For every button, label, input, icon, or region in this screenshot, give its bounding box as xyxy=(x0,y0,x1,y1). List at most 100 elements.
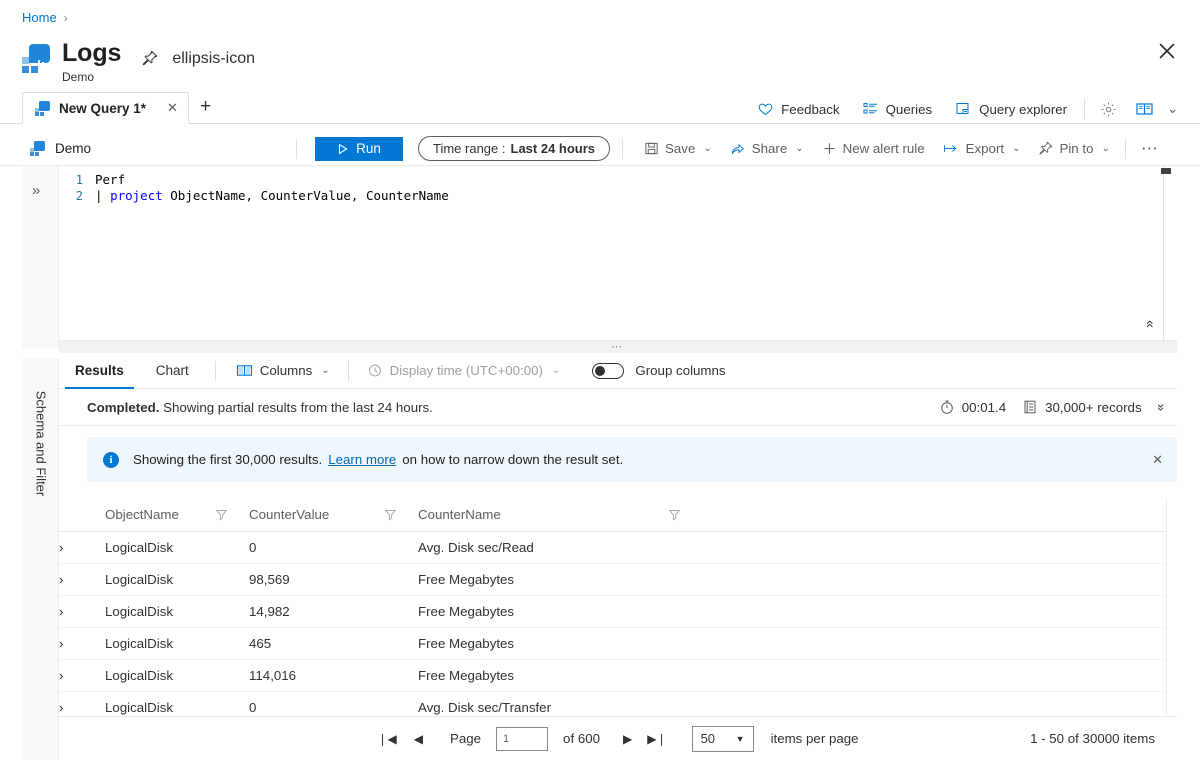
query-explorer-button[interactable]: Query explorer xyxy=(943,96,1078,122)
cell-countervalue: 114,016 xyxy=(249,659,418,692)
cell-countername: Avg. Disk sec/Read xyxy=(418,531,1167,564)
expand-row-icon[interactable]: › xyxy=(59,659,105,692)
first-page-button[interactable]: ❘◀ xyxy=(377,732,396,746)
share-button[interactable]: Share ⌄ xyxy=(721,136,813,162)
add-tab-button[interactable]: + xyxy=(200,97,211,117)
page-title: Logs xyxy=(62,39,122,67)
editor-scrollbar-thumb[interactable] xyxy=(1161,168,1171,174)
pin-to-chevron-down-icon[interactable]: ⌄ xyxy=(1101,143,1109,154)
query-tab-icon xyxy=(35,100,50,116)
results-toolbar: Results Chart Columns ⌄ Display time (UT… xyxy=(59,353,1177,389)
last-page-button[interactable]: ▶❘ xyxy=(647,732,666,746)
user-guide-button[interactable]: ⌄ xyxy=(1126,96,1182,122)
close-blade-button[interactable] xyxy=(1156,40,1178,62)
header-countername-label: CounterName xyxy=(418,506,501,522)
breadcrumb: Home › xyxy=(22,10,68,25)
breadcrumb-separator-icon: › xyxy=(63,10,68,25)
table-row[interactable]: › LogicalDisk 14,982 Free Megabytes xyxy=(59,595,1167,628)
workspace-selector[interactable]: Demo xyxy=(0,141,290,156)
export-button[interactable]: Export ⌄ xyxy=(934,136,1030,162)
cell-objectname: LogicalDisk xyxy=(105,627,249,660)
editor-results-splitter[interactable]: ⋯ xyxy=(59,341,1177,353)
status-detail: Showing partial results from the last 24… xyxy=(159,399,433,415)
command-bar: Demo Run Time range : Last 24 hours Save… xyxy=(0,132,1200,166)
table-row[interactable]: › LogicalDisk 0 Avg. Disk sec/Read xyxy=(59,531,1167,564)
settings-button[interactable] xyxy=(1091,96,1126,122)
save-button[interactable]: Save ⌄ xyxy=(635,136,721,162)
code-line-2-pipe: | xyxy=(95,188,111,203)
expand-rail-icon[interactable]: » xyxy=(32,182,40,199)
save-chevron-down-icon[interactable]: ⌄ xyxy=(703,143,711,154)
filter-countername-button[interactable] xyxy=(668,498,702,532)
header-countername[interactable]: CounterName xyxy=(418,498,668,532)
cell-countername: Avg. Disk sec/Transfer xyxy=(418,691,1167,715)
new-alert-rule-button[interactable]: New alert rule xyxy=(813,136,934,162)
dismiss-banner-icon[interactable]: ✕ xyxy=(1152,452,1163,468)
filter-countervalue-button[interactable] xyxy=(384,498,418,532)
share-label: Share xyxy=(751,141,788,156)
cell-countervalue: 0 xyxy=(249,691,418,715)
splitter-grip-icon: ⋯ xyxy=(611,341,625,353)
command-bar-more-button[interactable]: ⋯ xyxy=(1132,136,1167,162)
time-range-picker[interactable]: Time range : Last 24 hours xyxy=(418,136,611,161)
tab-results[interactable]: Results xyxy=(65,353,134,389)
page-number-input[interactable] xyxy=(496,726,549,751)
previous-page-button[interactable]: ◀ xyxy=(414,732,423,746)
query-explorer-label: Query explorer xyxy=(979,101,1068,117)
duration-metric: 00:01.4 xyxy=(939,399,1006,415)
items-per-page-label: items per page xyxy=(770,731,859,746)
display-time-label: Display time (UTC+00:00) xyxy=(389,363,543,378)
cell-objectname: LogicalDisk xyxy=(105,563,249,596)
export-label: Export xyxy=(965,141,1005,156)
cell-countername: Free Megabytes xyxy=(418,563,1167,596)
share-chevron-down-icon[interactable]: ⌄ xyxy=(795,143,803,154)
run-button[interactable]: Run xyxy=(315,136,403,161)
expand-status-icon[interactable]: » xyxy=(1154,403,1169,410)
breadcrumb-home[interactable]: Home xyxy=(22,10,57,25)
next-page-button[interactable]: ▶ xyxy=(623,732,632,746)
collapse-editor-icon[interactable]: « xyxy=(1143,320,1159,328)
pin-to-button[interactable]: Pin to ⌄ xyxy=(1029,136,1118,162)
more-options-icon[interactable]: ellipsis-icon xyxy=(172,50,255,66)
columns-label: Columns xyxy=(259,363,313,378)
columns-button[interactable]: Columns ⌄ xyxy=(226,358,340,384)
cell-countervalue: 0 xyxy=(249,531,418,564)
cell-countername: Free Megabytes xyxy=(418,595,1167,628)
run-label: Run xyxy=(356,141,381,156)
user-guide-chevron-down-icon[interactable]: ⌄ xyxy=(1167,101,1178,117)
expand-row-icon[interactable]: › xyxy=(59,595,105,628)
expand-row-icon[interactable]: › xyxy=(59,531,105,564)
editor-line-numbers: 1 2 xyxy=(59,166,89,340)
table-row[interactable]: › LogicalDisk 98,569 Free Megabytes xyxy=(59,563,1167,596)
workspace-name: Demo xyxy=(55,141,92,156)
group-columns-toggle[interactable] xyxy=(592,362,625,379)
feedback-button[interactable]: Feedback xyxy=(746,96,850,122)
editor-code[interactable]: Perf | project ObjectName, CounterValue,… xyxy=(95,172,1167,204)
table-row[interactable]: › LogicalDisk 465 Free Megabytes xyxy=(59,627,1167,660)
pin-icon[interactable] xyxy=(141,50,158,67)
cell-objectname: LogicalDisk xyxy=(105,595,249,628)
learn-more-link[interactable]: Learn more xyxy=(328,452,396,467)
results-limit-banner: i Showing the first 30,000 results. Lear… xyxy=(87,437,1177,482)
header-objectname[interactable]: ObjectName xyxy=(105,498,215,532)
header-expand-spacer xyxy=(59,498,105,532)
expand-row-icon[interactable]: › xyxy=(59,563,105,596)
header-countervalue-label: CounterValue xyxy=(249,506,330,522)
expand-row-icon[interactable]: › xyxy=(59,691,105,715)
queries-button[interactable]: Queries xyxy=(851,96,944,122)
page-size-select[interactable]: 50 ▼ xyxy=(691,725,754,752)
tab-new-query-1[interactable]: New Query 1* ✕ xyxy=(22,92,189,124)
table-row[interactable]: › LogicalDisk 0 Avg. Disk sec/Transfer xyxy=(59,691,1167,715)
expand-row-icon[interactable]: › xyxy=(59,627,105,660)
columns-chevron-down-icon[interactable]: ⌄ xyxy=(321,365,329,376)
tab-chart[interactable]: Chart xyxy=(146,353,199,389)
export-chevron-down-icon[interactable]: ⌄ xyxy=(1012,143,1020,154)
rail-label[interactable]: Schema and Filter xyxy=(34,389,49,499)
workspace-icon xyxy=(30,141,45,156)
filter-objectname-button[interactable] xyxy=(215,498,249,532)
header-countervalue[interactable]: CounterValue xyxy=(249,498,384,532)
query-editor[interactable]: 1 2 Perf | project ObjectName, CounterVa… xyxy=(59,166,1177,341)
schema-filter-rail[interactable]: » Schema and Filter xyxy=(22,166,59,760)
table-row[interactable]: › LogicalDisk 114,016 Free Megabytes xyxy=(59,659,1167,692)
close-tab-icon[interactable]: ✕ xyxy=(167,100,178,116)
